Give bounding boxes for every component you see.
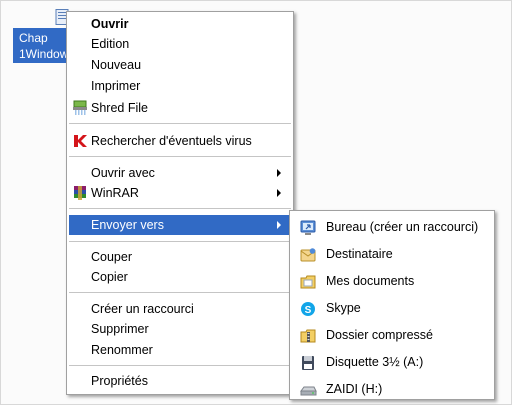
send-to-label: Destinataire bbox=[326, 247, 393, 261]
menu-item-send-to[interactable]: Envoyer vers bbox=[69, 215, 291, 235]
menu-item-label: Propriétés bbox=[91, 374, 148, 388]
menu-item-nouveau[interactable]: Nouveau bbox=[69, 55, 291, 75]
submenu-arrow-icon bbox=[277, 169, 281, 177]
send-to-compressed-folder[interactable]: Dossier compressé bbox=[292, 322, 492, 348]
menu-item-create-shortcut[interactable]: Créer un raccourci bbox=[69, 299, 291, 319]
mail-recipient-icon bbox=[300, 246, 317, 262]
menu-item-label: Ouvrir avec bbox=[91, 166, 155, 180]
send-to-skype[interactable]: S Skype bbox=[292, 295, 492, 321]
context-menu: Ouvrir Edition Nouveau Imprimer Shred Fi… bbox=[66, 11, 294, 395]
menu-item-label: WinRAR bbox=[91, 186, 139, 200]
menu-item-imprimer[interactable]: Imprimer bbox=[69, 76, 291, 96]
menu-separator bbox=[69, 156, 291, 157]
send-to-desktop[interactable]: Bureau (créer un raccourci) bbox=[292, 214, 492, 240]
menu-separator bbox=[69, 123, 291, 124]
menu-item-properties[interactable]: Propriétés bbox=[69, 371, 291, 391]
submenu-arrow-icon bbox=[277, 221, 281, 229]
winrar-icon bbox=[72, 185, 88, 201]
send-to-floppy[interactable]: Disquette 3½ (A:) bbox=[292, 349, 492, 375]
send-to-drive-h[interactable]: ZAIDI (H:) bbox=[292, 376, 492, 402]
send-to-label: Mes documents bbox=[326, 274, 415, 288]
menu-item-label: Shred File bbox=[91, 101, 148, 115]
menu-item-label: Ouvrir bbox=[91, 17, 129, 31]
kaspersky-icon bbox=[72, 133, 88, 149]
send-to-my-documents[interactable]: Mes documents bbox=[292, 268, 492, 294]
menu-item-delete[interactable]: Supprimer bbox=[69, 319, 291, 339]
my-documents-icon bbox=[300, 273, 317, 289]
menu-item-label: Rechercher d'éventuels virus bbox=[91, 134, 252, 148]
menu-item-label: Copier bbox=[91, 270, 128, 284]
menu-separator bbox=[69, 365, 291, 366]
menu-item-ouvrir[interactable]: Ouvrir bbox=[69, 14, 291, 34]
send-to-label: Bureau (créer un raccourci) bbox=[326, 220, 479, 234]
menu-separator bbox=[69, 292, 291, 293]
drive-icon bbox=[300, 381, 317, 397]
send-to-submenu: Bureau (créer un raccourci) Destinataire… bbox=[289, 210, 495, 400]
svg-text:S: S bbox=[305, 305, 312, 316]
menu-item-scan-virus[interactable]: Rechercher d'éventuels virus bbox=[69, 131, 291, 151]
zip-folder-icon bbox=[300, 327, 317, 343]
menu-item-label: Couper bbox=[91, 250, 132, 264]
skype-icon: S bbox=[300, 300, 317, 316]
menu-item-label: Nouveau bbox=[91, 58, 142, 72]
send-to-recipient[interactable]: Destinataire bbox=[292, 241, 492, 267]
menu-separator bbox=[69, 208, 291, 209]
submenu-arrow-icon bbox=[277, 189, 281, 197]
menu-item-label: Supprimer bbox=[91, 322, 149, 336]
menu-item-label: Envoyer vers bbox=[91, 218, 164, 232]
menu-item-rename[interactable]: Renommer bbox=[69, 340, 291, 360]
send-to-label: Skype bbox=[326, 301, 361, 315]
desktop-icon bbox=[300, 219, 317, 235]
menu-item-label: Imprimer bbox=[91, 79, 141, 93]
send-to-label: Dossier compressé bbox=[326, 328, 433, 342]
menu-item-label: Créer un raccourci bbox=[91, 302, 194, 316]
menu-separator bbox=[69, 241, 291, 242]
menu-item-label: Renommer bbox=[91, 343, 153, 357]
shredder-icon bbox=[72, 100, 88, 116]
menu-item-cut[interactable]: Couper bbox=[69, 247, 291, 267]
send-to-label: ZAIDI (H:) bbox=[326, 382, 383, 396]
menu-item-open-with[interactable]: Ouvrir avec bbox=[69, 163, 291, 183]
menu-item-copy[interactable]: Copier bbox=[69, 267, 291, 287]
floppy-icon bbox=[300, 354, 317, 370]
menu-item-label: Edition bbox=[91, 37, 130, 51]
menu-item-edition[interactable]: Edition bbox=[69, 34, 291, 54]
menu-item-winrar[interactable]: WinRAR bbox=[69, 183, 291, 203]
menu-item-shred-file[interactable]: Shred File bbox=[69, 98, 291, 118]
send-to-label: Disquette 3½ (A:) bbox=[326, 355, 424, 369]
